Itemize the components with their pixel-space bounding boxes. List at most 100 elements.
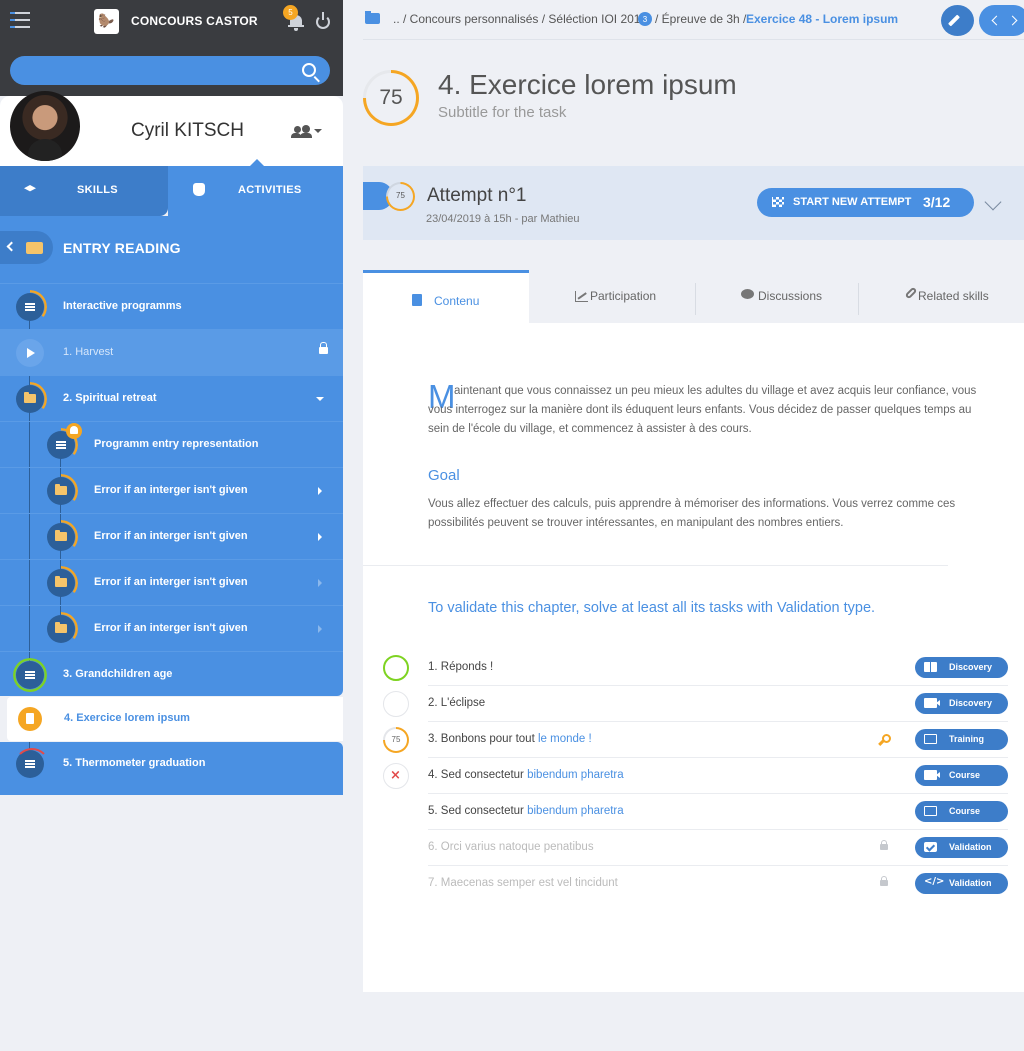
progress-node <box>16 385 44 413</box>
tab-related-skills[interactable]: Related skills <box>858 270 1024 323</box>
tab-skills[interactable]: SKILLS <box>0 166 168 216</box>
power-icon[interactable] <box>316 12 330 29</box>
type-badge[interactable]: Discovery <box>915 693 1008 714</box>
tree-item[interactable]: 5. Thermometer graduation <box>0 742 343 795</box>
hamburger-icon[interactable] <box>10 12 30 30</box>
search-icon[interactable] <box>302 63 316 77</box>
prev-next-buttons[interactable] <box>979 5 1024 36</box>
breadcrumb-badge: 3 <box>638 12 652 26</box>
user-profile: Cyril KITSCH <box>0 91 343 166</box>
goal-heading: Goal <box>428 467 460 484</box>
task-row[interactable]: 4. Sed consectetur bibendum pharetra Cou… <box>383 758 1008 794</box>
start-new-attempt-button[interactable]: START NEW ATTEMPT 3/12 <box>757 188 974 217</box>
flag-icon <box>772 197 784 207</box>
folder-icon[interactable] <box>365 11 380 24</box>
search-input[interactable] <box>10 56 330 85</box>
breadcrumb-path[interactable]: .. / Concours personnalisés / Séléction … <box>393 12 647 26</box>
tree-item[interactable]: Error if an interger isn't given <box>0 605 343 651</box>
key-icon <box>882 734 891 743</box>
tree-item-label: 1. Harvest <box>63 346 114 358</box>
screen-icon <box>924 806 937 816</box>
tree-item-label: Programm entry representation <box>94 438 259 450</box>
user-name: Cyril KITSCH <box>131 120 244 141</box>
tab-discussions[interactable]: Discussions <box>695 270 858 323</box>
bell-icon <box>66 423 82 439</box>
intro-paragraph: aintenant que vous connaissez un peu mie… <box>428 385 977 435</box>
tree-header: ENTRY READING <box>0 216 343 280</box>
tree-item[interactable]: Error if an interger isn't given <box>0 513 343 559</box>
video-icon <box>924 770 940 780</box>
main-content: .. / Concours personnalisés / Séléction … <box>343 0 1024 1051</box>
type-badge-label: Course <box>949 770 981 780</box>
progress-node <box>16 293 44 321</box>
task-label: 2. L'éclipse <box>428 697 486 709</box>
type-badge[interactable]: Course <box>915 765 1008 786</box>
breadcrumb-path[interactable]: / Épreuve de 3h / <box>655 12 746 26</box>
avatar[interactable] <box>10 91 80 161</box>
pencil-icon[interactable] <box>941 5 974 36</box>
chevron-right-icon[interactable] <box>1007 15 1018 26</box>
tree-item[interactable]: Error if an interger isn't given <box>0 467 343 513</box>
tree-item[interactable]: 2. Spiritual retreat <box>0 375 343 421</box>
chevron-down-icon[interactable] <box>984 193 1002 211</box>
search-bar <box>0 44 343 96</box>
tree-item[interactable]: Error if an interger isn't given <box>0 559 343 605</box>
tree-item-active[interactable]: 4. Exercice lorem ipsum <box>7 697 343 741</box>
lock-icon <box>319 342 328 354</box>
back-button[interactable] <box>0 231 53 264</box>
status-failed <box>383 763 409 789</box>
folder-icon <box>24 392 36 403</box>
status-partial: 75 <box>383 727 409 753</box>
type-badge[interactable]: Discovery <box>915 657 1008 678</box>
type-badge[interactable]: Validation <box>915 837 1008 858</box>
task-row[interactable]: 2. L'éclipse Discovery <box>383 686 1008 722</box>
task-label: 6. Orci varius natoque penatibus <box>428 841 594 853</box>
tree-item[interactable]: 3. Grandchildren age <box>0 651 343 697</box>
tab-skills-label: SKILLS <box>77 184 118 196</box>
attempt-score: 75 <box>396 191 405 200</box>
tab-contenu[interactable]: Contenu <box>363 270 529 323</box>
list-icon <box>25 303 35 311</box>
type-badge-label: Course <box>949 806 981 816</box>
tree-item[interactable]: Programm entry representation <box>0 421 343 467</box>
chevron-right-icon[interactable] <box>318 625 322 633</box>
task-label: 7. Maecenas semper est vel tincidunt <box>428 877 618 889</box>
chevron-left-icon[interactable] <box>991 15 1002 26</box>
task-row[interactable]: 5. Sed consectetur bibendum pharetra Cou… <box>383 794 1008 830</box>
tab-label: Related skills <box>918 289 989 303</box>
app-title: CONCOURS CASTOR <box>131 14 258 28</box>
link-icon <box>904 286 918 300</box>
chevron-down-icon[interactable] <box>316 397 324 401</box>
chevron-right-icon[interactable] <box>318 579 322 587</box>
type-badge[interactable]: Course <box>915 801 1008 822</box>
type-badge[interactable]: Training <box>915 729 1008 750</box>
tab-activities[interactable]: ACTIVITIES <box>168 159 343 216</box>
tree-item[interactable]: 1. Harvest <box>0 329 343 375</box>
progress-node <box>16 339 44 367</box>
notification-badge[interactable]: 5 <box>283 5 298 20</box>
tree-item[interactable]: Interactive programms <box>0 283 343 329</box>
page-title: 4. Exercice lorem ipsum <box>438 69 737 100</box>
task-label: 5. Sed consectetur bibendum pharetra <box>428 805 624 817</box>
sidebar-tabs: SKILLS ACTIVITIES <box>0 159 343 216</box>
progress-node <box>47 523 75 551</box>
progress-node <box>47 569 75 597</box>
chevron-right-icon[interactable] <box>318 533 322 541</box>
tab-participation[interactable]: Participation <box>529 270 695 323</box>
tab-label: Contenu <box>434 294 480 308</box>
task-row[interactable]: 75 3. Bonbons pour tout le monde ! Train… <box>383 722 1008 758</box>
attempt-score-ring: 75 <box>386 182 415 211</box>
tree-item-label: 2. Spiritual retreat <box>63 392 157 404</box>
chevron-right-icon[interactable] <box>318 487 322 495</box>
task-row[interactable]: 6. Orci varius natoque penatibus Validat… <box>383 830 1008 866</box>
chevron-down-icon[interactable] <box>314 129 322 133</box>
content-card: Contenu Participation Discussions Relate… <box>363 270 1024 992</box>
tree-item-label: Error if an interger isn't given <box>94 622 248 634</box>
folder-icon <box>55 530 67 541</box>
type-badge[interactable]: </> Validation <box>915 873 1008 894</box>
chart-icon <box>575 291 588 302</box>
task-row[interactable]: 7. Maecenas semper est vel tincidunt </>… <box>383 866 1008 902</box>
task-row[interactable]: 1. Réponds ! Discovery <box>383 650 1008 686</box>
breadcrumb-current: Exercice 48 - Lorem ipsum <box>746 12 899 26</box>
task-label-link: bibendum pharetra <box>527 805 624 817</box>
